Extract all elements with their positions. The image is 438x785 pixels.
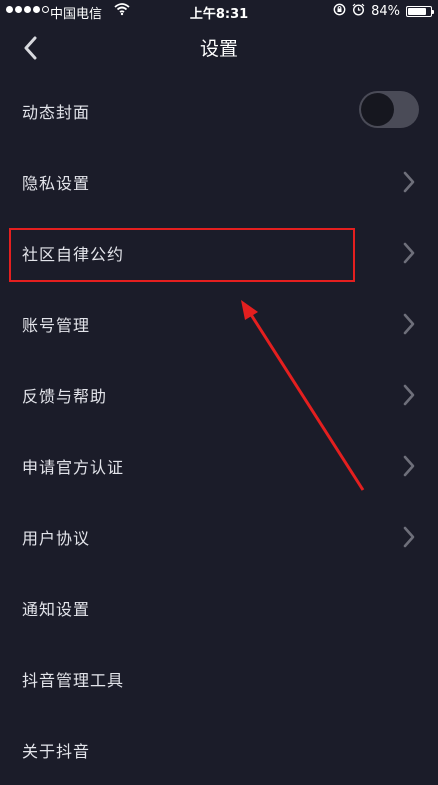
annotation-arrow-icon <box>241 300 365 491</box>
